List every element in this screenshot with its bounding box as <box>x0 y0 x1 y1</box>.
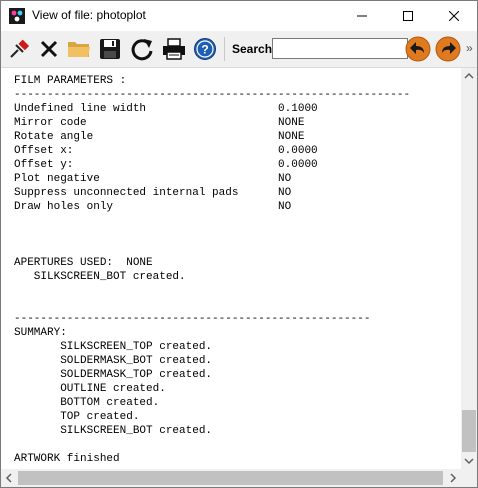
minimize-button[interactable] <box>339 1 385 31</box>
file-line: SILKSCREEN_BOT created. <box>14 271 186 283</box>
file-line: SILKSCREEN_TOP created. <box>14 341 213 353</box>
chevron-up-icon <box>464 72 474 79</box>
help-icon: ? <box>194 38 216 60</box>
viewer-window: View of file: photoplot ? Search: » FILM… <box>0 0 478 488</box>
file-line: Rotate angle NONE <box>14 131 305 143</box>
forward-arrow-icon <box>435 36 461 62</box>
file-line: Undefined line width 0.1000 <box>14 103 318 115</box>
app-logo-icon <box>9 8 25 24</box>
close-file-button[interactable] <box>35 35 63 63</box>
file-line: SUMMARY: <box>14 327 67 339</box>
refresh-icon <box>131 39 153 61</box>
maximize-icon <box>403 11 413 21</box>
file-line: OUTLINE created. <box>14 383 166 395</box>
file-line: TOP created. <box>14 411 140 423</box>
print-button[interactable] <box>160 35 188 63</box>
search-input[interactable] <box>272 38 408 59</box>
file-line: BOTTOM created. <box>14 397 160 409</box>
file-line: Suppress unconnected internal pads NO <box>14 187 292 199</box>
file-line: Offset y: 0.0000 <box>14 159 318 171</box>
toolbar: ? Search: » <box>1 31 477 68</box>
chevron-right-icon <box>450 473 457 483</box>
file-text: FILM PARAMETERS : ----------------------… <box>1 68 461 466</box>
scrollbar-corner <box>461 469 477 487</box>
file-line: APERTURES USED: NONE <box>14 257 153 269</box>
title-bar: View of file: photoplot <box>1 1 477 31</box>
file-line: ARTWORK finished <box>14 453 120 465</box>
file-line: ----------------------------------------… <box>14 313 371 325</box>
file-line: FILM PARAMETERS : <box>14 75 127 87</box>
back-arrow-icon <box>405 36 431 62</box>
horizontal-scrollbar[interactable] <box>1 469 461 487</box>
svg-text:?: ? <box>201 43 208 57</box>
search-label: Search: <box>232 42 277 56</box>
file-line: SOLDERMASK_TOP created. <box>14 369 213 381</box>
scroll-right-button[interactable] <box>445 470 461 486</box>
vertical-scrollbar[interactable] <box>461 68 477 469</box>
help-button[interactable]: ? <box>191 35 219 63</box>
toolbar-overflow-icon[interactable]: » <box>466 41 473 55</box>
pin-button[interactable] <box>5 35 33 63</box>
minimize-icon <box>357 15 367 17</box>
pin-icon <box>10 39 30 58</box>
file-line: SOLDERMASK_BOT created. <box>14 355 213 367</box>
vertical-scroll-thumb[interactable] <box>462 410 476 452</box>
horizontal-scroll-thumb[interactable] <box>18 471 443 485</box>
file-line: SILKSCREEN_BOT created. <box>14 425 213 437</box>
scroll-up-button[interactable] <box>461 68 477 84</box>
toolbar-separator <box>224 37 225 61</box>
file-content-area[interactable]: FILM PARAMETERS : ----------------------… <box>1 68 461 469</box>
search-back-button[interactable] <box>405 36 431 62</box>
folder-icon <box>68 42 90 57</box>
close-x-icon <box>40 40 58 58</box>
file-line: Draw holes only NO <box>14 201 292 213</box>
save-disk-icon <box>100 39 120 59</box>
open-folder-button[interactable] <box>65 35 93 63</box>
maximize-button[interactable] <box>385 1 431 31</box>
window-title: View of file: photoplot <box>32 8 146 22</box>
print-icon <box>163 38 185 60</box>
close-icon <box>449 11 459 21</box>
save-button[interactable] <box>96 35 124 63</box>
scroll-down-button[interactable] <box>461 453 477 469</box>
file-line: Plot negative NO <box>14 173 292 185</box>
search-forward-button[interactable] <box>435 36 461 62</box>
refresh-button[interactable] <box>128 35 156 63</box>
chevron-left-icon <box>5 473 12 483</box>
file-line: Offset x: 0.0000 <box>14 145 318 157</box>
file-line: Mirror code NONE <box>14 117 305 129</box>
chevron-down-icon <box>464 458 474 465</box>
file-line: ----------------------------------------… <box>14 89 411 101</box>
scroll-left-button[interactable] <box>1 470 17 486</box>
close-window-button[interactable] <box>431 1 477 31</box>
